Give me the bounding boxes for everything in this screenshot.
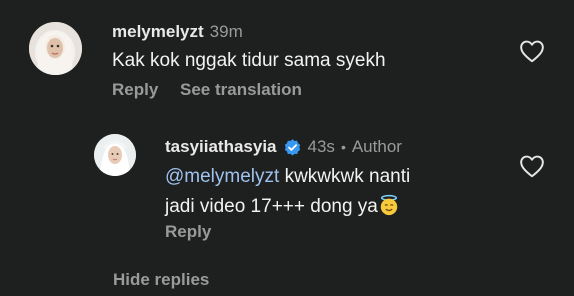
like-heart-icon[interactable] bbox=[519, 154, 545, 178]
like-heart-icon[interactable] bbox=[519, 39, 545, 63]
avatar[interactable] bbox=[29, 22, 82, 75]
comment-item: melymelyzt 39m Kak kok nggak tidur sama … bbox=[0, 0, 574, 110]
reply-button[interactable]: Reply bbox=[165, 222, 211, 242]
mention-link[interactable]: @melymelyzt bbox=[165, 166, 279, 187]
comment-meta: melymelyzt 39m bbox=[112, 22, 243, 42]
reply-text: @melymelyzt kwkwkwk nanti bbox=[165, 164, 410, 189]
innocent-face-emoji-icon bbox=[380, 194, 398, 216]
see-translation-button[interactable]: See translation bbox=[180, 80, 302, 100]
hide-replies-button[interactable]: Hide replies bbox=[113, 270, 209, 290]
reply-username[interactable]: tasyiiathasyia bbox=[165, 137, 277, 157]
reply-text-line1: kwkwkwk nanti bbox=[279, 166, 411, 187]
user-avatar-icon bbox=[29, 22, 82, 75]
reply-text-line2: jadi video 17+++ dong ya bbox=[165, 196, 378, 217]
separator-dot: • bbox=[340, 139, 346, 155]
author-avatar-icon bbox=[94, 134, 136, 176]
reply-timestamp: 43s bbox=[307, 137, 335, 156]
author-label: Author bbox=[351, 137, 402, 156]
comment-username[interactable]: melymelyzt bbox=[112, 22, 204, 42]
reply-meta: tasyiiathasyia 43s • Author bbox=[165, 137, 402, 157]
reply-button[interactable]: Reply bbox=[112, 80, 158, 100]
comment-timestamp: 39m bbox=[209, 22, 243, 41]
comment-text: Kak kok nggak tidur sama syekh bbox=[112, 50, 386, 71]
avatar[interactable] bbox=[94, 134, 136, 176]
reply-text-line2-wrap: jadi video 17+++ dong ya bbox=[165, 194, 400, 219]
reply-item: tasyiiathasyia 43s • Author @melymelyzt … bbox=[0, 110, 574, 260]
verified-badge-icon bbox=[284, 138, 300, 155]
